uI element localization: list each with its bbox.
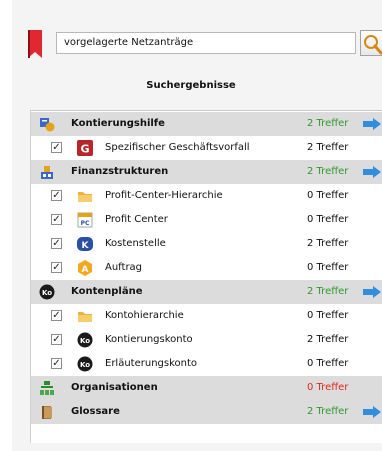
result-item[interactable]: ✓ PC Profit Center 0 Treffer [31, 208, 382, 232]
item-label: Erläuterungskonto [105, 358, 198, 369]
a-icon: A [78, 260, 92, 276]
item-count: 2 Treffer [307, 334, 349, 345]
section-organisationen[interactable]: Organisationen 0 Treffer [31, 376, 382, 400]
svg-text:Ko: Ko [42, 289, 52, 297]
section-kontierungshilfe[interactable]: Kontierungshilfe 2 Treffer [31, 112, 382, 136]
section-count: 2 Treffer [307, 166, 349, 177]
folder-icon [78, 192, 92, 202]
ko-icon: Ko [77, 356, 93, 372]
item-label: Profit Center [105, 214, 168, 225]
item-count: 2 Treffer [307, 142, 349, 153]
svg-text:K: K [82, 241, 90, 251]
item-label: Profit-Center-Hierarchie [105, 190, 223, 201]
folder-icon [78, 312, 92, 322]
g-icon: G [77, 140, 93, 156]
svg-text:G: G [80, 143, 89, 156]
item-count: 0 Treffer [307, 262, 349, 273]
result-item[interactable]: ✓ Kontohierarchie 0 Treffer [31, 304, 382, 328]
section-finanzstrukturen[interactable]: Finanzstrukturen 2 Treffer [31, 160, 382, 184]
kontierungshilfe-icon [40, 118, 55, 132]
section-label: Kontenpläne [71, 286, 143, 297]
svg-text:Ko: Ko [80, 337, 90, 345]
item-count: 0 Treffer [307, 310, 349, 321]
section-count: 2 Treffer [307, 406, 349, 417]
item-count: 2 Treffer [307, 238, 349, 249]
bookmark-icon[interactable] [28, 30, 42, 58]
section-count: 2 Treffer [307, 286, 349, 297]
item-label: Spezifischer Geschäftsvorfall [105, 142, 250, 153]
checkbox[interactable]: ✓ [51, 190, 62, 201]
result-item[interactable]: ✓ A Auftrag 0 Treffer [31, 256, 382, 280]
ko-icon: Ko [77, 332, 93, 348]
checkbox[interactable]: ✓ [51, 214, 62, 225]
section-count: 2 Treffer [307, 118, 349, 129]
results-heading: Suchergebnisse [146, 80, 236, 91]
section-label: Finanzstrukturen [71, 166, 169, 177]
result-item[interactable]: ✓ Ko Kontierungskonto 2 Treffer [31, 328, 382, 352]
result-item[interactable]: ✓ Ko Erläuterungskonto 0 Treffer [31, 352, 382, 376]
checkbox[interactable]: ✓ [51, 310, 62, 321]
k-icon: K [77, 237, 93, 251]
arrow-right-icon[interactable] [363, 166, 381, 178]
checkbox[interactable]: ✓ [51, 142, 62, 153]
finanzstrukturen-icon [41, 166, 53, 179]
section-label: Glossare [71, 406, 120, 417]
item-count: 0 Treffer [307, 190, 349, 201]
section-count: 0 Treffer [307, 382, 349, 393]
svg-text:A: A [82, 265, 89, 275]
result-item[interactable]: ✓ K Kostenstelle 2 Treffer [31, 232, 382, 256]
item-label: Kontohierarchie [105, 310, 184, 321]
results-list: Kontierungshilfe 2 Treffer ✓ G Spezifisc… [30, 110, 382, 443]
checkbox[interactable]: ✓ [51, 262, 62, 273]
result-item[interactable]: ✓ Profit-Center-Hierarchie 0 Treffer [31, 184, 382, 208]
result-item[interactable]: ✓ G Spezifischer Geschäftsvorfall 2 Tref… [31, 136, 382, 160]
org-icon [40, 381, 54, 395]
section-label: Organisationen [71, 382, 158, 393]
svg-text:Ko: Ko [80, 361, 90, 369]
glossary-icon [42, 406, 52, 419]
section-glossare[interactable]: Glossare 2 Treffer [31, 400, 382, 424]
item-label: Auftrag [105, 262, 143, 273]
item-label: Kontierungskonto [105, 334, 193, 345]
section-kontenplaene[interactable]: Ko Kontenpläne 2 Treffer [31, 280, 382, 304]
ko-icon: Ko [39, 284, 55, 300]
search-button[interactable] [360, 30, 382, 56]
checkbox[interactable]: ✓ [51, 334, 62, 345]
magnifier-icon [364, 35, 382, 55]
item-label: Kostenstelle [105, 238, 166, 249]
arrow-right-icon[interactable] [363, 406, 381, 418]
section-label: Kontierungshilfe [71, 118, 165, 129]
pc-icon: PC [77, 212, 93, 228]
item-count: 0 Treffer [307, 214, 349, 225]
svg-text:PC: PC [81, 220, 90, 227]
checkbox[interactable]: ✓ [51, 238, 62, 249]
search-input[interactable]: vorgelagerte Netzanträge [56, 32, 356, 54]
item-count: 0 Treffer [307, 358, 349, 369]
checkbox[interactable]: ✓ [51, 358, 62, 369]
arrow-right-icon[interactable] [363, 286, 381, 298]
arrow-right-icon[interactable] [363, 118, 381, 130]
